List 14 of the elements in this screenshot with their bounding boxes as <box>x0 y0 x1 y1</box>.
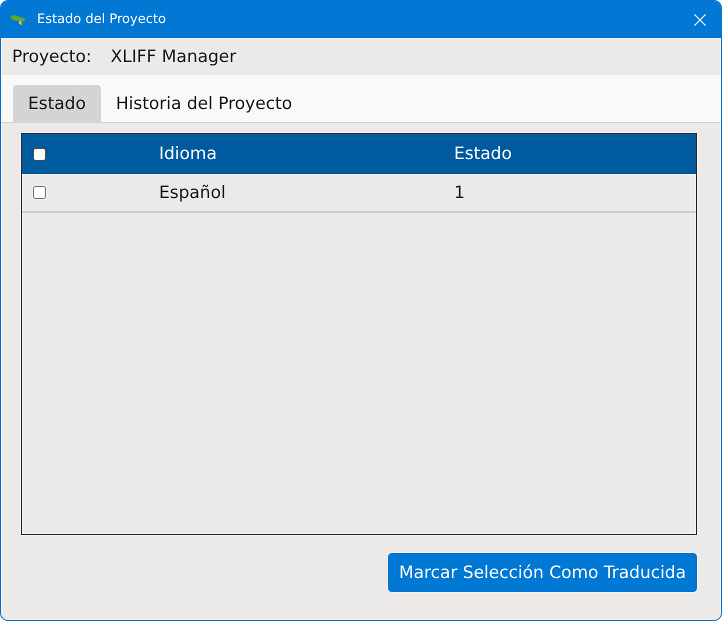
mark-translated-button[interactable]: Marcar Selección Como Traducida <box>388 553 697 592</box>
column-header[interactable]: Estado <box>454 144 512 164</box>
project-label: Proyecto: <box>12 46 92 66</box>
column-header[interactable]: Idioma <box>159 144 217 164</box>
select-all-checkbox[interactable] <box>33 148 46 160</box>
project-name: XLIFF Manager <box>110 46 236 66</box>
tab[interactable]: Estado <box>13 85 101 122</box>
table-cell: Español <box>159 182 226 202</box>
row-checkbox[interactable] <box>33 186 46 199</box>
window-title: Estado del Proyecto <box>37 12 167 27</box>
table-cell: 1 <box>454 182 465 202</box>
tab[interactable]: Historia del Proyecto <box>100 85 308 122</box>
close-icon[interactable] <box>694 14 706 26</box>
app-icon <box>9 14 27 26</box>
